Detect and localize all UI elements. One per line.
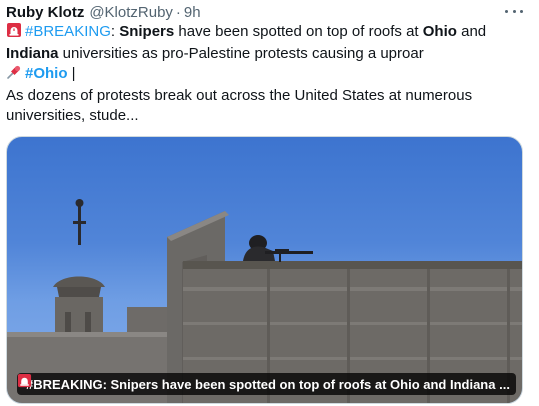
hashtag-ohio[interactable]: #Ohio bbox=[25, 65, 68, 82]
text-segment: | bbox=[67, 65, 76, 82]
tweet-line-2: Indiana universities as pro-Palestine pr… bbox=[6, 44, 526, 64]
text-segment: have been spotted on top of roofs at bbox=[174, 23, 423, 40]
text-bold-snipers: Snipers bbox=[119, 23, 175, 40]
tweet-media-photo[interactable]: #BREAKING: Snipers have been spotted on … bbox=[6, 136, 523, 404]
separator-dot: · bbox=[175, 3, 181, 21]
display-name[interactable]: Ruby Klotz bbox=[6, 4, 84, 21]
tweet-line-1: #BREAKING: Snipers have been spotted on … bbox=[6, 22, 526, 44]
text-bold-indiana: Indiana bbox=[6, 45, 59, 62]
tweet-line-3: #Ohio | bbox=[6, 64, 526, 86]
text-segment: and bbox=[456, 23, 487, 40]
more-icon[interactable] bbox=[505, 3, 523, 19]
pushpin-icon bbox=[6, 64, 22, 86]
tweet-card[interactable]: Ruby Klotz @KlotzRuby · 9h #BREAKING: Sn… bbox=[0, 0, 539, 406]
rotating-light-icon bbox=[6, 22, 22, 44]
tweet-line-5: universities, stude... bbox=[6, 107, 139, 124]
tweet-header: Ruby Klotz @KlotzRuby · 9h bbox=[6, 2, 509, 22]
user-handle[interactable]: @KlotzRuby bbox=[89, 4, 173, 21]
photo-scene bbox=[7, 199, 522, 403]
tweet-text: #BREAKING: Snipers have been spotted on … bbox=[6, 22, 526, 126]
media-caption: #BREAKING: Snipers have been spotted on … bbox=[17, 373, 516, 395]
text-segment: : bbox=[110, 23, 120, 40]
timestamp[interactable]: 9h bbox=[184, 4, 201, 21]
text-segment: universities as pro-Palestine protests c… bbox=[58, 45, 424, 62]
tweet-line-4: As dozens of protests break out across t… bbox=[6, 87, 473, 104]
text-bold-ohio: Ohio bbox=[422, 23, 457, 40]
media-caption-text: #BREAKING: Snipers have been spotted on … bbox=[26, 376, 510, 392]
hashtag-breaking[interactable]: #BREAKING bbox=[25, 23, 111, 40]
